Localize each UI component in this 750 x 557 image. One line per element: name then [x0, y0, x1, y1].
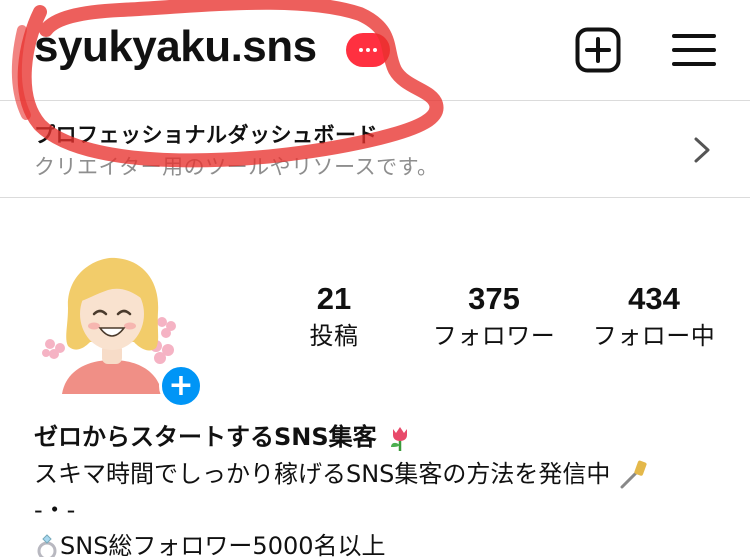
username-switcher[interactable]: syukyaku.sns [34, 22, 317, 72]
followers-stat[interactable]: 375 フォロワー [419, 280, 569, 354]
tulip-icon [391, 427, 408, 451]
dashboard-subtitle: クリエイター用のツールやリソースです。 [34, 155, 439, 179]
plus-circle-icon[interactable]: + [159, 364, 203, 408]
posts-label: 投稿 [309, 322, 359, 350]
followers-label: フォロワー [432, 322, 556, 350]
posts-stat[interactable]: 21 投稿 [259, 280, 409, 354]
bio-line-1: スキマ時間でしっかり稼げるSNS集客の方法を発信中 [34, 456, 734, 492]
professional-dashboard-link[interactable]: プロフェッショナルダッシュボード クリエイター用のツールやリソースです。 [0, 101, 750, 197]
plus-square-icon[interactable] [575, 27, 621, 73]
dashboard-divider [0, 197, 750, 198]
bio-line-2: -・- [34, 496, 76, 524]
selfie-stick-icon [620, 460, 647, 489]
following-label: フォロー中 [592, 322, 716, 350]
bio-line-3-text: SNS総フォロワー5000名以上 [60, 532, 386, 557]
dashboard-title: プロフェッショナルダッシュボード [34, 123, 378, 147]
profile-bio: ゼロからスタートするSNS集客 スキマ時間でしっかり稼げるSNS集客の方法を発信… [34, 418, 734, 557]
profile-header: syukyaku.sns [0, 0, 750, 100]
bio-line-1-text: スキマ時間でしっかり稼げるSNS集客の方法を発信中 [34, 460, 611, 488]
ellipsis-badge-icon[interactable] [346, 33, 390, 67]
bio-display-name: ゼロからスタートするSNS集客 [34, 423, 377, 451]
followers-count: 375 [468, 281, 520, 316]
chevron-right-icon [694, 137, 710, 163]
following-stat[interactable]: 434 フォロー中 [579, 280, 729, 354]
posts-count: 21 [316, 281, 352, 316]
bio-line-3: SNS総フォロワー5000名以上 [34, 528, 734, 557]
ring-icon [37, 534, 57, 557]
bio-name-line: ゼロからスタートするSNS集客 [34, 418, 734, 456]
hamburger-menu-icon[interactable] [672, 30, 716, 70]
avatar[interactable]: + [38, 252, 203, 408]
following-count: 434 [628, 281, 680, 316]
